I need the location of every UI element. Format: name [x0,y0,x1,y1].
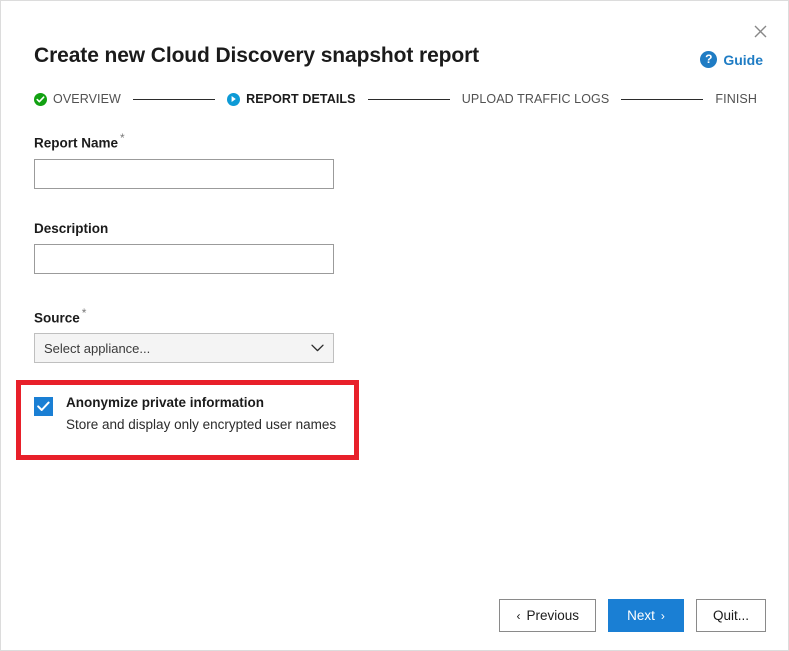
anonymize-checkbox-row[interactable]: Anonymize private information Store and … [34,395,354,433]
guide-link[interactable]: ? Guide [700,51,763,68]
next-button[interactable]: Next › [607,599,684,632]
step-connector-2 [367,98,450,100]
check-circle-icon [34,92,47,106]
play-circle-icon [227,92,241,106]
chevron-left-icon: ‹ [516,608,521,623]
checkbox-checked-icon[interactable] [34,397,53,416]
source-select-wrapper: Select appliance... [34,333,334,363]
step-overview[interactable]: OVERVIEW [34,92,121,106]
form-spacer-2 [34,274,334,306]
source-label: Source * [34,306,334,326]
required-indicator: * [81,305,87,320]
step-connector-1 [132,98,216,100]
wizard-stepper: OVERVIEW REPORT DETAILS UPLOAD TRAFFIC L… [34,89,757,109]
description-input[interactable] [34,243,334,274]
description-label: Description [34,221,334,236]
form-spacer-1 [34,189,334,221]
step-overview-label: OVERVIEW [53,92,121,106]
step-report-details[interactable]: REPORT DETAILS [227,92,356,106]
report-name-input[interactable] [34,158,334,189]
anonymize-sublabel: Store and display only encrypted user na… [66,416,337,432]
source-select[interactable]: Select appliance... [34,333,334,363]
report-details-form: Report Name * Description Source * Select … [34,131,334,363]
anonymize-group: Anonymize private information Store and … [34,395,354,433]
page-title: Create new Cloud Discovery snapshot repo… [34,44,480,67]
report-name-label-text: Report Name [34,135,119,151]
quit-button[interactable]: Quit... [695,599,766,632]
step-finish[interactable]: FINISH [715,92,757,106]
chevron-right-icon: › [660,608,665,623]
step-connector-3 [621,98,704,100]
wizard-footer: ‹ Previous Next › Quit... [499,599,766,632]
required-indicator: * [120,131,125,145]
field-description: Description [34,221,334,274]
report-name-label: Report Name * [34,131,334,151]
source-select-value: Select appliance... [44,340,151,356]
step-upload-traffic-logs-label: UPLOAD TRAFFIC LOGS [461,92,610,106]
question-mark-icon: ? [700,51,718,68]
quit-button-label: Quit... [712,608,749,623]
guide-label: Guide [723,51,763,68]
anonymize-texts: Anonymize private information Store and … [66,395,337,433]
field-source: Source * Select appliance... [34,306,334,363]
close-icon[interactable] [747,18,773,44]
previous-button-label: Previous [526,608,579,623]
step-upload-traffic-logs[interactable]: UPLOAD TRAFFIC LOGS [462,92,610,106]
step-report-details-label: REPORT DETAILS [246,92,356,106]
next-button-label: Next [627,608,655,623]
source-label-text: Source [34,310,80,325]
anonymize-label: Anonymize private information [66,395,265,410]
previous-button[interactable]: ‹ Previous [499,599,596,632]
field-report-name: Report Name * [34,131,334,189]
create-snapshot-report-dialog: Create new Cloud Discovery snapshot repo… [0,0,789,651]
description-label-text: Description [34,220,109,236]
step-finish-label: FINISH [715,92,757,106]
